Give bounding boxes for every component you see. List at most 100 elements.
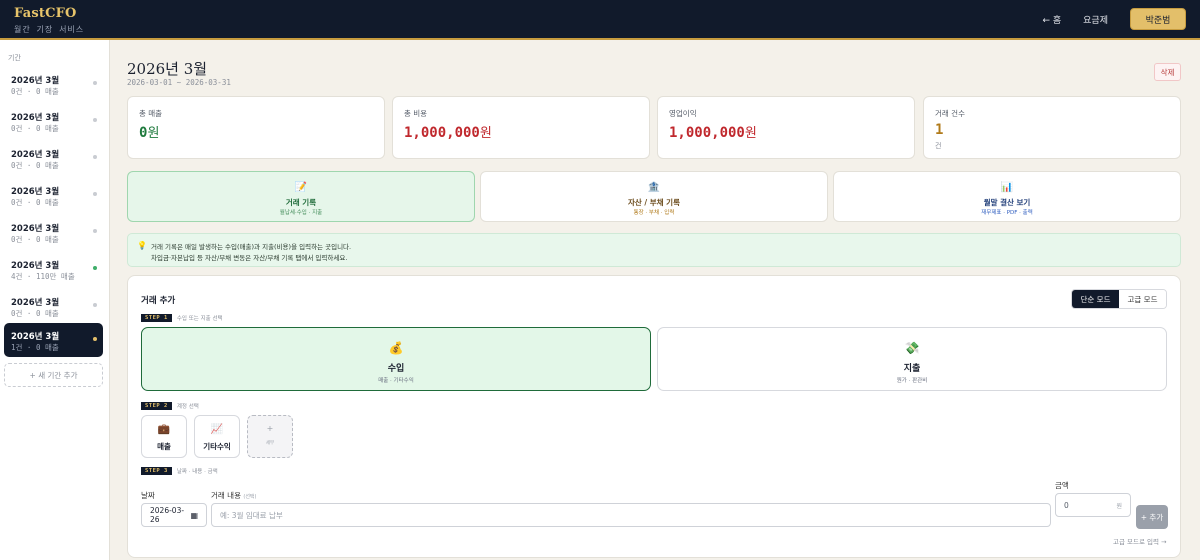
period-title: 2026년 3월 (11, 76, 60, 86)
period-title: 2026년 3월 (11, 187, 60, 197)
add-period-button[interactable]: + 새 기간 추가 (4, 363, 103, 387)
add-transaction-panel: 거래 추가 단순 모드 고급 모드 STEP 1 수입 또는 지출 선택 💰 수… (127, 275, 1181, 558)
amount-input[interactable]: 0 원 (1055, 493, 1131, 517)
user-button[interactable]: 박준범 (1130, 8, 1186, 30)
period-meta: 4건 · 110만 매출 (11, 272, 75, 281)
step-text: 계정 선택 (176, 404, 199, 410)
period-title: 2026년 3월 (11, 261, 60, 271)
sidebar-period-item[interactable]: 2026년 3월 0건 · 0 매출 (4, 141, 103, 175)
stat-card-expense: 총 비용 1,000,000원 (392, 96, 650, 159)
money-wings-icon: 💸 (904, 341, 920, 355)
step-3: STEP 3 날짜 · 내용 · 금액 (141, 467, 218, 475)
stat-unit: 원 (147, 126, 160, 141)
trend-up-icon: 📈 (210, 424, 224, 435)
date-input[interactable]: 2026-03-26 ▦ (141, 503, 207, 527)
sidebar-period-item[interactable]: 2026년 3월 0건 · 0 매출 (4, 178, 103, 212)
add-transaction-button[interactable]: + 추가 (1136, 505, 1168, 529)
mode-toggle: 단순 모드 고급 모드 (1071, 289, 1167, 309)
date-label: 날짜 (141, 491, 155, 500)
period-meta: 0건 · 0 매출 (11, 87, 59, 96)
stat-value: 0원 (139, 122, 159, 141)
notice-line-2: 차입금·자본납입 등 자산/부채 변동은 자산/부채 기록 탭에서 입력하세요. (151, 254, 348, 262)
sidebar: 기간 2026년 3월 0건 · 0 매출 2026년 3월 0건 · 0 매출… (0, 40, 110, 560)
sidebar-period-item[interactable]: 2026년 3월 0건 · 0 매출 (4, 289, 103, 323)
step-text: 날짜 · 내용 · 금액 (176, 469, 218, 475)
period-status-dot (93, 266, 97, 270)
sidebar-period-item[interactable]: 2026년 3월 0건 · 0 매출 (4, 67, 103, 101)
stat-value: 1,000,000원 (669, 122, 757, 141)
expense-option[interactable]: 💸 지출 원가 · 판관비 (657, 327, 1167, 391)
top-bar: FastCFO 월간 기장 서비스 ← 홈 요금제 박준범 (0, 0, 1200, 40)
description-input[interactable] (211, 503, 1051, 527)
period-meta: 0건 · 0 매출 (11, 161, 59, 170)
stat-unit: 원 (744, 126, 757, 141)
stat-value: 1 (935, 122, 944, 138)
description-label-text: 거래 내용 (211, 491, 241, 500)
page-title: 2026년 3월 (127, 60, 208, 78)
stat-label: 거래 건수 (935, 109, 965, 118)
calendar-icon[interactable]: ▦ (190, 511, 198, 520)
option-subtitle: 원가 · 판관비 (896, 378, 928, 384)
tab-title: 월말 결산 보기 (983, 198, 1031, 207)
chart-icon: 📊 (1000, 182, 1014, 193)
amount-placeholder: 0 (1064, 500, 1069, 510)
amount-unit: 원 (1116, 502, 1122, 510)
stat-unit: 원 (479, 126, 492, 141)
pricing-link[interactable]: 요금제 (1083, 13, 1108, 26)
step-badge: STEP 1 (141, 314, 172, 322)
description-label: 거래 내용 (선택) (211, 490, 256, 501)
stat-label: 총 매출 (139, 109, 163, 118)
period-status-dot (93, 81, 97, 85)
memo-icon: 📝 (294, 182, 308, 193)
delete-button[interactable]: 삭제 (1154, 63, 1181, 81)
date-value: 2026-03-26 (150, 506, 185, 524)
step-2: STEP 2 계정 선택 (141, 402, 199, 410)
period-meta: 0건 · 0 매출 (11, 198, 59, 207)
page-date-range: 2026-03-01 ~ 2026-03-31 (127, 78, 231, 87)
stat-label: 총 비용 (404, 109, 428, 118)
option-subtitle: 매출 · 기타수익 (378, 378, 414, 384)
sidebar-period-item[interactable]: 2026년 3월 0건 · 0 매출 (4, 104, 103, 138)
simple-mode-button[interactable]: 단순 모드 (1072, 290, 1119, 308)
period-status-dot (93, 155, 97, 159)
tab-title: 자산 / 부채 기록 (628, 198, 680, 207)
option-title: 지출 (903, 364, 921, 374)
option-title: 수입 (387, 364, 405, 374)
tab-subtitle: 월납세·수입 · 지출 (279, 210, 323, 216)
stat-card-operating-profit: 영업이익 1,000,000원 (657, 96, 915, 159)
account-more[interactable]: + 세부 (247, 415, 293, 458)
account-label: 매출 (157, 442, 171, 451)
bank-icon: 🏦 (647, 182, 661, 193)
step-1: STEP 1 수입 또는 지출 선택 (141, 314, 223, 322)
sidebar-period-item[interactable]: 2026년 3월 0건 · 0 매출 (4, 215, 103, 249)
stat-sub: 건 (935, 142, 942, 150)
period-status-dot (93, 229, 97, 233)
account-label: 기타수익 (203, 442, 231, 451)
period-title: 2026년 3월 (11, 113, 60, 123)
tab-title: 거래 기록 (285, 198, 317, 207)
period-meta: 0건 · 0 매출 (11, 124, 59, 133)
account-other-income[interactable]: 📈 기타수익 (194, 415, 240, 458)
advanced-mode-link[interactable]: 고급 모드로 입력 → (1113, 536, 1167, 546)
stat-card-revenue: 총 매출 0원 (127, 96, 385, 159)
tab-transaction-record[interactable]: 📝 거래 기록 월납세·수입 · 지출 (127, 171, 475, 222)
income-option[interactable]: 💰 수입 매출 · 기타수익 (141, 327, 651, 391)
brand-subtitle: 월간 기장 서비스 (14, 25, 85, 34)
account-label: 세부 (265, 441, 275, 446)
period-meta: 1건 · 0 매출 (11, 343, 59, 352)
plus-icon: + (266, 424, 274, 433)
brand[interactable]: FastCFO 월간 기장 서비스 (14, 6, 84, 35)
tab-asset-liability-record[interactable]: 🏦 자산 / 부채 기록 통장 · 부채 · 입력 (480, 171, 828, 222)
top-nav: ← 홈 요금제 박준범 (1042, 0, 1200, 38)
home-link[interactable]: ← 홈 (1042, 13, 1061, 26)
period-title: 2026년 3월 (11, 332, 60, 342)
tab-monthly-settlement[interactable]: 📊 월말 결산 보기 재무제표 · PDF · 출력 (833, 171, 1181, 222)
tab-subtitle: 통장 · 부채 · 입력 (633, 210, 675, 216)
sidebar-period-item[interactable]: 2026년 3월 4건 · 110만 매출 (4, 252, 103, 286)
advanced-mode-button[interactable]: 고급 모드 (1119, 290, 1166, 308)
account-sales[interactable]: 💼 매출 (141, 415, 187, 458)
period-meta: 0건 · 0 매출 (11, 309, 59, 318)
tab-subtitle: 재무제표 · PDF · 출력 (981, 210, 1033, 216)
stat-number: 1,000,000 (404, 125, 480, 141)
sidebar-period-item-active[interactable]: 2026년 3월 1건 · 0 매출 (4, 323, 103, 357)
